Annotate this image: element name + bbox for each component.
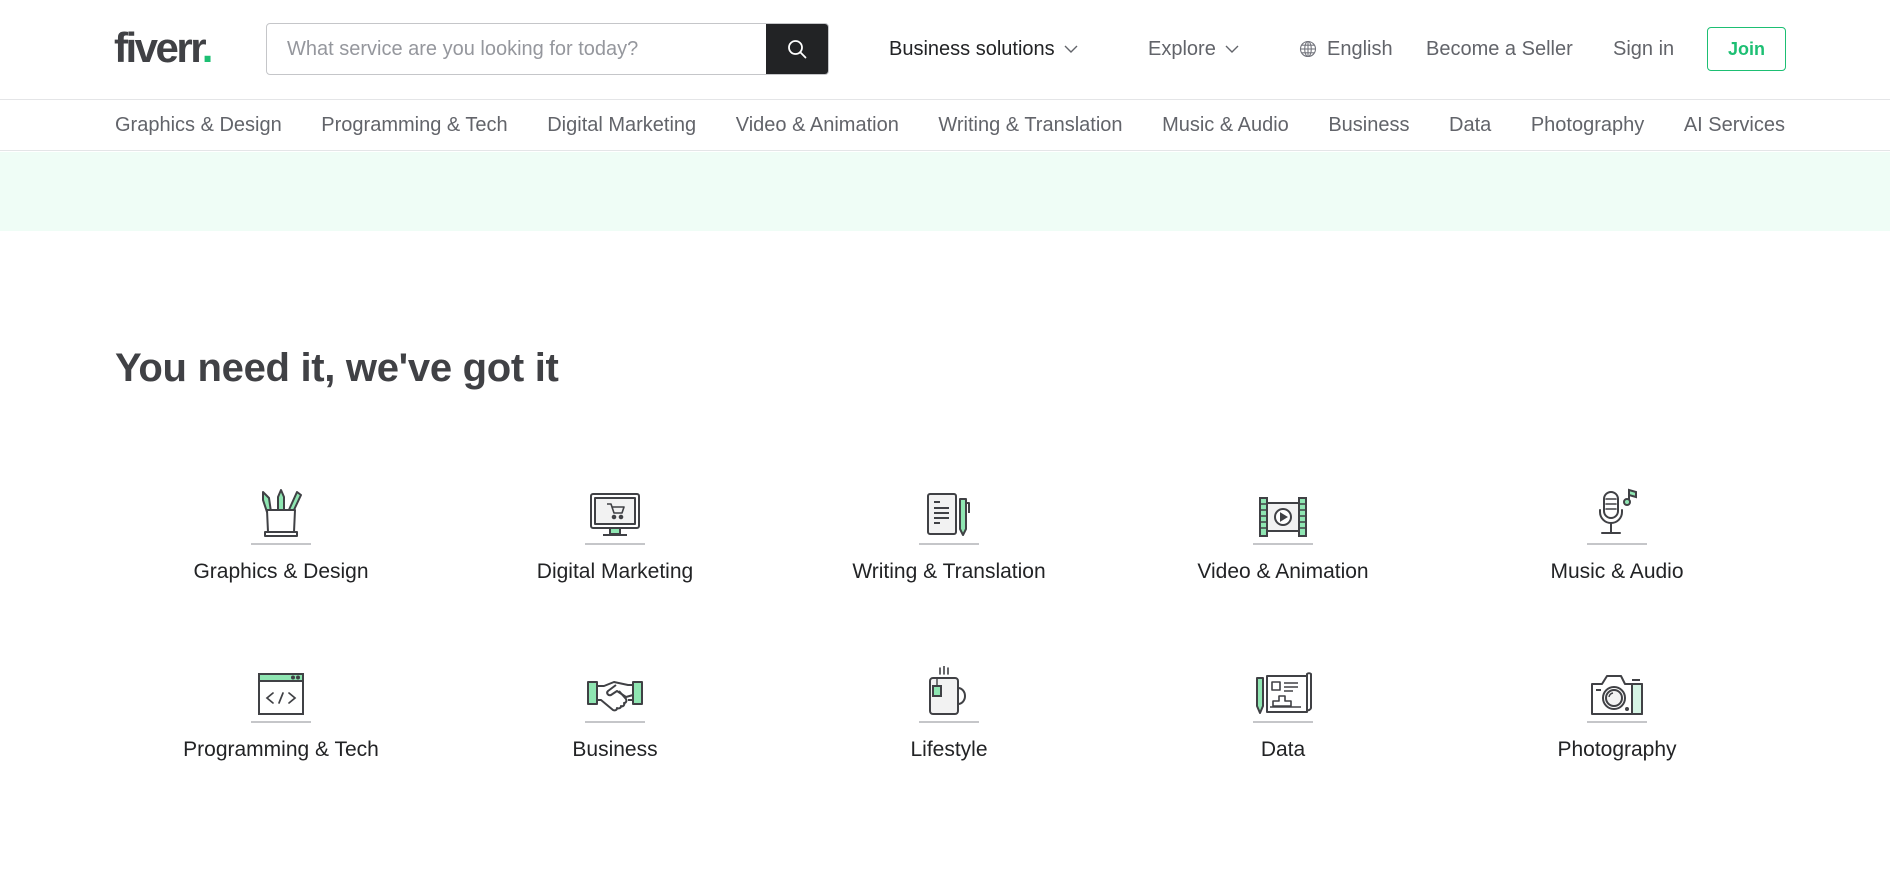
category-tile-lifestyle[interactable]: Lifestyle (782, 648, 1116, 826)
divider (251, 721, 311, 723)
category-tile-business[interactable]: Business (448, 648, 782, 826)
handshake-icon (587, 681, 643, 712)
search-input[interactable] (267, 24, 766, 74)
explore-label: Explore (1148, 37, 1216, 60)
divider (1587, 721, 1647, 723)
search-button[interactable] (766, 24, 828, 74)
divider (585, 721, 645, 723)
category-grid: Graphics & Design Digital Marketing Writ… (114, 470, 1784, 826)
data-chart-icon (1256, 672, 1312, 714)
document-pen-icon (927, 493, 970, 536)
category-nav-item[interactable]: Programming & Tech (321, 114, 507, 137)
divider (919, 543, 979, 545)
category-label: Music & Audio (1550, 560, 1684, 583)
divider (919, 721, 979, 723)
business-solutions-menu[interactable]: Business solutions (889, 0, 1079, 98)
business-solutions-label: Business solutions (889, 37, 1055, 60)
category-tile-photography[interactable]: Photography (1450, 648, 1784, 826)
category-label: Programming & Tech (183, 738, 379, 761)
category-tile-programming-tech[interactable]: Programming & Tech (114, 648, 448, 826)
code-window-icon (258, 673, 304, 715)
chevron-down-icon (1064, 45, 1078, 53)
language-label: English (1327, 37, 1393, 60)
category-tile-data[interactable]: Data (1116, 648, 1450, 826)
category-tile-writing-translation[interactable]: Writing & Translation (782, 470, 1116, 648)
tea-mug-icon (929, 666, 966, 715)
category-tile-digital-marketing[interactable]: Digital Marketing (448, 470, 782, 648)
category-tile-graphics-design[interactable]: Graphics & Design (114, 470, 448, 648)
chevron-down-icon (1225, 45, 1239, 53)
join-button[interactable]: Join (1707, 27, 1786, 71)
divider (1253, 721, 1313, 723)
category-label: Data (1260, 738, 1306, 761)
promo-band (0, 152, 1890, 231)
category-label: Graphics & Design (193, 560, 369, 583)
become-seller-link[interactable]: Become a Seller (1426, 38, 1573, 61)
category-tile-music-audio[interactable]: Music & Audio (1450, 470, 1784, 648)
search-bar (266, 23, 829, 75)
category-nav-item[interactable]: AI Services (1684, 114, 1785, 137)
microphone-note-icon (1599, 488, 1637, 534)
category-nav-item[interactable]: Video & Animation (736, 114, 899, 137)
category-nav-item[interactable]: Data (1449, 114, 1491, 137)
film-play-icon (1259, 497, 1307, 537)
section-heading: You need it, we've got it (115, 346, 559, 390)
category-label: Photography (1557, 738, 1677, 761)
pencil-cup-icon (262, 489, 302, 537)
category-nav-item[interactable]: Graphics & Design (115, 114, 282, 137)
divider (1587, 543, 1647, 545)
top-header: fiverr. Business solutions Explore Engli… (0, 0, 1890, 100)
category-label: Video & Animation (1197, 560, 1369, 583)
divider (1253, 543, 1313, 545)
fiverr-logo[interactable]: fiverr. (114, 24, 214, 72)
divider (251, 543, 311, 545)
category-nav: Graphics & Design Programming & Tech Dig… (0, 100, 1890, 151)
category-nav-item[interactable]: Music & Audio (1162, 114, 1289, 137)
language-selector[interactable]: English (1299, 0, 1393, 98)
logo-text: fiverr (114, 24, 204, 71)
category-label: Lifestyle (910, 738, 988, 761)
logo-dot: . (201, 24, 214, 71)
divider (585, 543, 645, 545)
category-label: Writing & Translation (852, 560, 1046, 583)
search-icon (788, 40, 807, 59)
category-nav-item[interactable]: Writing & Translation (938, 114, 1122, 137)
category-nav-item[interactable]: Business (1328, 114, 1409, 137)
explore-menu[interactable]: Explore (1148, 0, 1240, 98)
monitor-cart-icon (590, 493, 640, 536)
camera-icon (1591, 675, 1643, 715)
category-nav-item[interactable]: Digital Marketing (547, 114, 696, 137)
category-label: Digital Marketing (536, 560, 694, 583)
sign-in-link[interactable]: Sign in (1613, 38, 1674, 61)
category-label: Business (572, 738, 658, 761)
category-tile-video-animation[interactable]: Video & Animation (1116, 470, 1450, 648)
category-nav-item[interactable]: Photography (1531, 114, 1644, 137)
globe-icon (1299, 40, 1317, 58)
